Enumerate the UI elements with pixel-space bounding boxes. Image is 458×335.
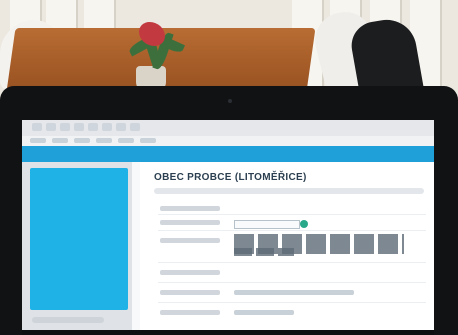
sidebar <box>22 162 132 330</box>
form-divider <box>158 230 426 231</box>
select-field[interactable] <box>234 220 300 229</box>
app-header <box>22 146 434 162</box>
browser-tab[interactable] <box>32 123 42 131</box>
form-label <box>160 238 220 243</box>
browser-tab[interactable] <box>60 123 70 131</box>
page-title: OBEC PROBCE (LITOMĚŘICE) <box>154 172 307 183</box>
browser-tabstrip <box>22 120 434 136</box>
bookmark[interactable] <box>52 138 68 143</box>
form-divider <box>158 282 426 283</box>
photo: OBEC PROBCE (LITOMĚŘICE) <box>0 0 458 335</box>
bookmark[interactable] <box>30 138 46 143</box>
form-divider <box>158 262 426 263</box>
sidebar-item[interactable] <box>32 317 104 323</box>
form-label <box>160 310 220 315</box>
large-text-value <box>234 248 294 256</box>
browser-tab[interactable] <box>46 123 56 131</box>
bookmark[interactable] <box>140 138 156 143</box>
laptop-bezel-bottom <box>22 330 434 335</box>
browser-tab[interactable] <box>130 123 140 131</box>
form-divider <box>158 302 426 303</box>
browser-tab[interactable] <box>88 123 98 131</box>
laptop-screen: OBEC PROBCE (LITOMĚŘICE) <box>22 120 434 330</box>
status-dot <box>300 220 308 228</box>
main-content: OBEC PROBCE (LITOMĚŘICE) <box>140 162 434 330</box>
form-label <box>160 270 220 275</box>
bookmark[interactable] <box>96 138 112 143</box>
webcam <box>228 99 232 103</box>
form-value <box>234 310 294 315</box>
browser-tab[interactable] <box>116 123 126 131</box>
bookmark[interactable] <box>118 138 134 143</box>
breadcrumb <box>154 188 424 194</box>
bookmark[interactable] <box>74 138 90 143</box>
form-divider <box>158 214 426 215</box>
browser-tab[interactable] <box>102 123 112 131</box>
form-label <box>160 220 220 225</box>
form-value <box>234 290 354 295</box>
form-label <box>160 206 220 211</box>
bookmarks-bar <box>22 136 434 146</box>
browser-tab[interactable] <box>74 123 84 131</box>
sidebar-highlight <box>30 168 128 310</box>
form-label <box>160 290 220 295</box>
